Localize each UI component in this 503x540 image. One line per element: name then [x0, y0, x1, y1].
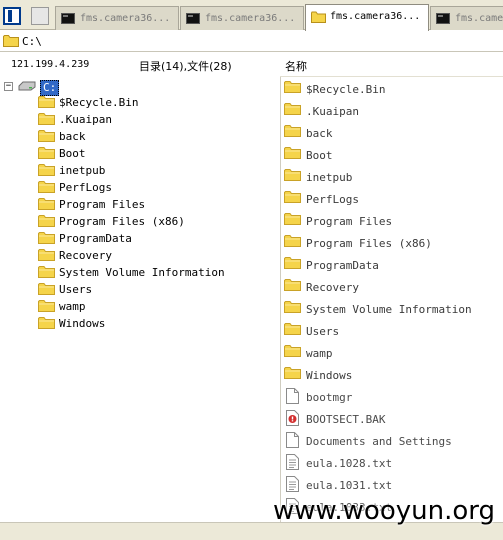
tree-item-label: Program Files — [59, 198, 146, 211]
collapse-icon[interactable]: − — [4, 82, 13, 91]
tree-item-label: System Volume Information — [59, 266, 225, 279]
tree-item-label: inetpub — [59, 164, 106, 177]
list-item-label: System Volume Information — [306, 303, 472, 316]
tree-item-label: Recovery — [59, 249, 112, 262]
watermark: www.wooyun.org — [272, 496, 495, 526]
terminal-icon — [186, 13, 200, 27]
text-file-icon — [286, 454, 299, 473]
new-tab-icon[interactable] — [31, 7, 49, 25]
folder-icon — [38, 248, 55, 264]
item-count: 目录(14),文件(28) — [139, 60, 232, 73]
folder-icon — [284, 322, 301, 338]
tree-item-label: .Kuaipan — [59, 113, 112, 126]
list-item-label: back — [306, 127, 333, 140]
tab[interactable]: fms.camera36... — [305, 4, 429, 31]
folder-icon — [38, 214, 55, 230]
tree-item-label: Boot — [59, 147, 86, 160]
folder-tree: − C: $Recycle.Bin .Kuaipan back Boot inetpub… — [0, 77, 280, 522]
tab[interactable]: fms.camera36... — [55, 6, 179, 30]
list-item-label: $Recycle.Bin — [306, 83, 386, 96]
folder-icon — [38, 112, 55, 128]
tree-item-label: PerfLogs — [59, 181, 112, 194]
folder-icon — [38, 95, 55, 111]
list-item-label: Program Files (x86) — [306, 237, 432, 250]
tab[interactable]: fms.camera36... — [180, 6, 304, 30]
list-item-label: Recovery — [306, 281, 359, 294]
file-list: $Recycle.Bin .Kuaipan back Boot inetpub PerfL… — [281, 77, 503, 522]
folder-icon — [284, 234, 301, 250]
folder-icon — [284, 190, 301, 206]
address-bar[interactable]: C:\ — [0, 30, 503, 52]
folder-icon — [38, 180, 55, 196]
folder-icon — [38, 265, 55, 281]
list-item-label: inetpub — [306, 171, 353, 184]
list-item-label: bootmgr — [306, 391, 353, 404]
list-item-label: Boot — [306, 149, 333, 162]
tab[interactable]: fms.camer — [430, 6, 503, 30]
tree-item-label: Windows — [59, 317, 106, 330]
tree-item-label: ProgramData — [59, 232, 132, 245]
folder-icon — [38, 163, 55, 179]
terminal-icon — [436, 13, 450, 27]
folder-icon — [284, 344, 301, 360]
folder-icon — [3, 34, 19, 50]
tab-label: fms.camera36... — [205, 13, 296, 24]
folder-icon — [38, 129, 55, 145]
list-item-label: BOOTSECT.BAK — [306, 413, 386, 426]
folder-icon — [284, 366, 301, 382]
system-file-icon — [286, 410, 299, 429]
folder-icon — [38, 146, 55, 162]
file-icon — [286, 432, 299, 451]
folder-icon — [284, 212, 301, 228]
folder-icon — [284, 146, 301, 162]
list-item-label: ProgramData — [306, 259, 379, 272]
terminal-icon — [61, 13, 75, 27]
drive-icon — [18, 81, 36, 91]
name-column-header[interactable]: 名称 — [285, 58, 307, 74]
folder-icon — [284, 300, 301, 316]
tree-root-label[interactable]: C: — [40, 80, 60, 96]
folder-icon — [38, 316, 55, 332]
tab-label: fms.camera36... — [330, 11, 421, 22]
folder-icon — [284, 168, 301, 184]
list-item-label: wamp — [306, 347, 333, 360]
list-column-header[interactable]: 名称 — [280, 52, 503, 77]
tree-item-label: $Recycle.Bin — [59, 96, 139, 109]
text-file-icon — [286, 476, 299, 495]
list-item-label: Program Files — [306, 215, 393, 228]
folder-icon — [284, 80, 301, 96]
list-item-label: eula.1031.txt — [306, 479, 393, 492]
window-menu-icon[interactable] — [3, 7, 21, 25]
folder-icon — [38, 282, 55, 298]
tree-item-label: wamp — [59, 300, 86, 313]
address-path[interactable]: C:\ — [22, 35, 42, 48]
list-item-label: Users — [306, 325, 340, 338]
connection-info: 121.199.4.239 目录(14),文件(28) — [0, 52, 280, 77]
folder-icon — [38, 231, 55, 247]
folder-icon — [311, 11, 326, 26]
folder-icon — [38, 299, 55, 315]
tab-label: fms.camer — [455, 13, 503, 24]
tree-item-label: Program Files (x86) — [59, 215, 185, 228]
list-item-label: .Kuaipan — [306, 105, 359, 118]
folder-icon — [284, 278, 301, 294]
list-item-label: Windows — [306, 369, 353, 382]
tab-label: fms.camera36... — [80, 13, 171, 24]
host-address: 121.199.4.239 — [11, 59, 90, 70]
tree-item-label: back — [59, 130, 86, 143]
tree-item-label: Users — [59, 283, 93, 296]
folder-icon — [284, 102, 301, 118]
folder-icon — [284, 256, 301, 272]
list-item-label: Documents and Settings — [306, 435, 452, 448]
tab-bar: fms.camera36... fms.camera36... fms.camera… — [0, 0, 503, 31]
folder-icon — [284, 124, 301, 140]
folder-icon — [38, 197, 55, 213]
list-item-label: PerfLogs — [306, 193, 359, 206]
file-icon — [286, 388, 299, 407]
list-item-label: eula.1028.txt — [306, 457, 393, 470]
